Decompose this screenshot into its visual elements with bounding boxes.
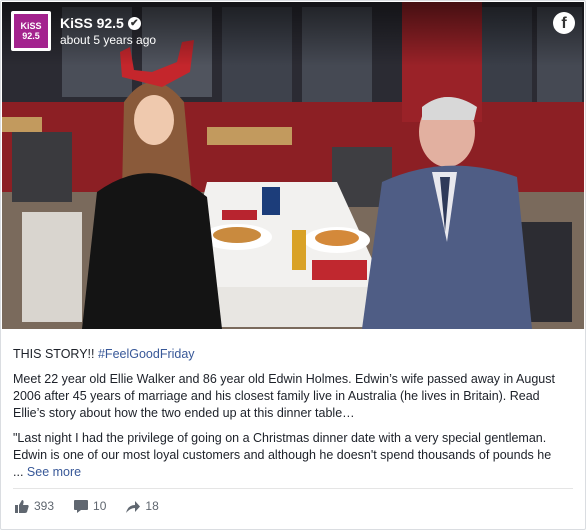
comment-icon [74, 499, 89, 513]
thumbs-up-icon [15, 499, 29, 513]
comments-count: 10 [93, 499, 107, 513]
facebook-icon[interactable]: f [553, 12, 575, 34]
comments-action[interactable]: 10 [74, 499, 106, 513]
post-paragraph-2: "Last night I had the privilege of going… [13, 430, 573, 481]
post-photo[interactable]: KiSS 92.5 KiSS 92.5 ✔ about 5 years ago … [2, 2, 584, 329]
shares-action[interactable]: 18 [126, 499, 159, 513]
headline-text: THIS STORY!! [13, 347, 98, 361]
post-timestamp[interactable]: about 5 years ago [60, 33, 156, 47]
post-headline: THIS STORY!! #FeelGoodFriday [13, 346, 573, 363]
share-icon [126, 500, 141, 513]
post-paragraph-1: Meet 22 year old Ellie Walker and 86 yea… [13, 372, 555, 420]
hashtag-link[interactable]: #FeelGoodFriday [98, 347, 195, 361]
logo-badge: KiSS 92.5 [14, 14, 48, 48]
ellipsis: ... [13, 465, 27, 479]
divider [13, 488, 573, 489]
page-name[interactable]: KiSS 92.5 [60, 15, 124, 31]
logo-text-kiss: KiSS [20, 21, 42, 31]
verified-badge-icon: ✔ [127, 16, 141, 30]
post-actions: 393 10 18 [15, 499, 159, 513]
shares-count: 18 [145, 499, 159, 513]
see-more-link[interactable]: See more [27, 465, 81, 479]
page-name-link[interactable]: KiSS 92.5 ✔ [60, 15, 141, 31]
post-text: THIS STORY!! #FeelGoodFriday Meet 22 yea… [13, 346, 573, 489]
paragraph-2-text: "Last night I had the privilege of going… [13, 431, 552, 462]
likes-action[interactable]: 393 [15, 499, 54, 513]
post-card: KiSS 92.5 KiSS 92.5 ✔ about 5 years ago … [0, 0, 586, 530]
likes-count: 393 [34, 499, 55, 513]
page-logo[interactable]: KiSS 92.5 [11, 11, 51, 51]
logo-text-freq: 92.5 [22, 31, 40, 41]
